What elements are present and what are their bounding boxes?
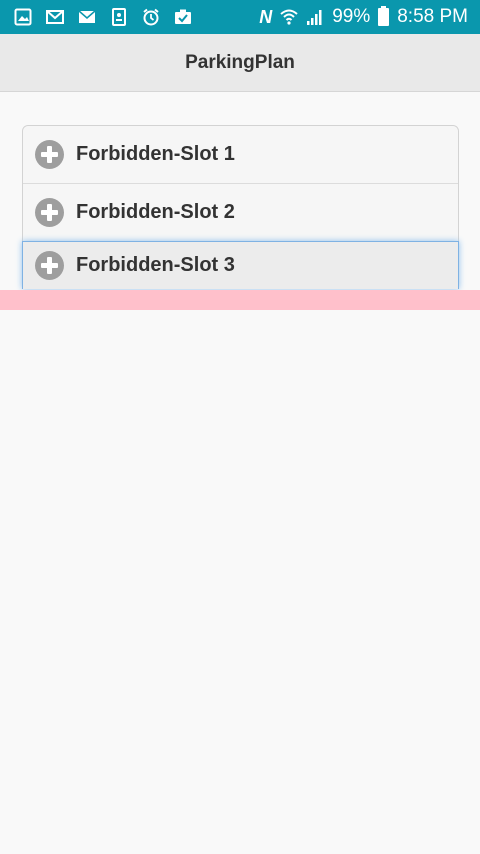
wifi-icon [280,8,298,26]
plus-circle-icon [35,198,64,227]
slot-list: Forbidden-Slot 1 Forbidden-Slot 2 Forbid… [22,125,459,289]
list-item-label: Forbidden-Slot 3 [76,254,235,276]
list-item-label: Forbidden-Slot 1 [76,143,235,165]
system-status: N 99% 8:58 PM [259,6,468,28]
notification-icons [14,8,192,26]
clipboard-check-icon [174,8,192,26]
app-header: ParkingPlan [0,34,480,92]
list-item[interactable]: Forbidden-Slot 3 [22,241,459,289]
alarm-icon [142,8,160,26]
contact-card-icon [110,8,128,26]
list-item[interactable]: Forbidden-Slot 2 [23,184,458,242]
status-bar: N 99% 8:58 PM [0,0,480,34]
list-item[interactable]: Forbidden-Slot 1 [23,126,458,184]
list-item-label: Forbidden-Slot 2 [76,201,235,223]
nfc-icon: N [259,6,273,27]
page-title: ParkingPlan [185,51,295,73]
gallery-icon [14,8,32,26]
battery-icon [378,6,390,26]
plus-circle-icon [35,251,64,280]
overlay-bar [0,290,480,310]
plus-circle-icon [35,140,64,169]
email-icon [78,8,96,26]
signal-icon [306,8,324,26]
gmail-icon [46,8,64,26]
clock: 8:58 PM [397,6,468,27]
battery-percent: 99% [332,6,371,27]
